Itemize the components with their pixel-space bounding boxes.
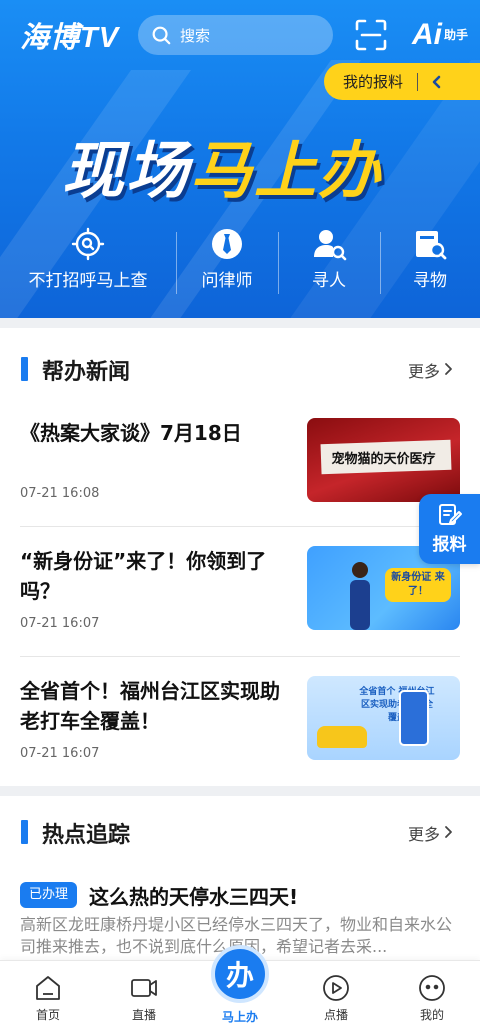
quick-action-label: 问律师 <box>201 271 253 291</box>
quick-action-person[interactable]: 寻人 <box>278 218 380 294</box>
nav-label: 首页 <box>35 1008 60 1022</box>
section-gap <box>0 318 480 328</box>
quick-action-item[interactable]: 寻物 <box>380 218 480 294</box>
nav-mine[interactable]: 我的 <box>392 961 472 1025</box>
report-float-button[interactable]: 报料 <box>419 494 480 564</box>
chevron-right-icon[interactable] <box>442 362 454 376</box>
quick-action-label: 寻物 <box>413 271 447 291</box>
news-item[interactable]: 全省首个！福州台江区实现助老打车全覆盖！ 07-21 16:07 全省首个 福州… <box>0 676 480 804</box>
hot-section-header: 热点追踪 更多 <box>0 812 480 852</box>
scan-icon[interactable] <box>354 18 388 52</box>
nav-label: 我的 <box>419 1008 444 1022</box>
presenter-figure <box>350 562 370 630</box>
hot-title: 这么热的天停水三四天! <box>89 885 299 909</box>
report-float-label: 报料 <box>432 535 467 555</box>
news-title: “新身份证”来了！你领到了吗？ <box>20 549 267 603</box>
nav-center-button[interactable]: 办 <box>211 945 269 1003</box>
search-bar[interactable]: 搜索 <box>138 15 333 55</box>
more-link[interactable]: 更多 <box>408 821 440 845</box>
nav-center-label: 马上办 <box>221 1010 258 1024</box>
nav-home[interactable]: 首页 <box>8 961 88 1025</box>
play-circle-icon <box>323 975 349 1001</box>
news-title: 《热案大家谈》7月18日 <box>20 421 242 445</box>
user-face-icon <box>419 975 445 1001</box>
thumb-caption: 宠物猫的天价医疗 <box>331 452 436 467</box>
divider <box>278 232 279 294</box>
my-report-button[interactable]: 我的报料 <box>324 63 480 100</box>
divider <box>176 232 177 294</box>
ai-label: Ai <box>412 18 442 51</box>
news-date: 07-21 16:07 <box>20 746 100 761</box>
nav-label: 点播 <box>323 1008 348 1022</box>
quick-action-lawyer[interactable]: 问律师 <box>176 218 278 294</box>
section-gap <box>0 786 480 796</box>
hot-item[interactable]: 已办理 这么热的天停水三四天! 高新区龙旺康桥丹堤小区已经停水三四天了，物业和自… <box>0 878 480 956</box>
home-icon <box>36 976 60 1000</box>
news-thumbnail: 全省首个 福州台江区实现助老打车全覆盖 <box>307 676 460 760</box>
nav-vod[interactable]: 点播 <box>296 961 376 1025</box>
hero-banner: 海博TV 搜索 Ai 助手 我的报料 现场马上办 不打招呼马上查 问律师 寻人 … <box>0 0 480 318</box>
chevron-right-icon[interactable] <box>442 825 454 839</box>
news-item[interactable]: “新身份证”来了！你领到了吗？ 07-21 16:07 新身份证 来了！ <box>0 546 480 674</box>
nav-live[interactable]: 直播 <box>104 961 184 1025</box>
thumb-caption: 新身份证 来了！ <box>385 568 451 602</box>
item-search-icon <box>416 231 447 260</box>
news-title: 全省首个！福州台江区实现助老打车全覆盖！ <box>20 679 280 733</box>
section-title: 帮办新闻 <box>42 360 131 385</box>
divider <box>20 656 460 657</box>
divider <box>20 526 460 527</box>
news-thumbnail: 宠物猫的天价医疗 <box>307 418 460 502</box>
quick-action-label: 寻人 <box>312 271 346 291</box>
taxi-illustration <box>317 726 367 748</box>
app-logo: 海博TV <box>20 22 120 54</box>
divider <box>417 72 419 91</box>
nav-label: 直播 <box>131 1008 156 1022</box>
my-report-label: 我的报料 <box>343 73 404 91</box>
divider <box>380 232 381 294</box>
crosshair-search-icon <box>71 227 105 261</box>
banner-title-part2: 马上办 <box>190 134 383 207</box>
news-section-header: 帮办新闻 更多 <box>0 349 480 389</box>
ai-sub-label: 助手 <box>444 27 469 42</box>
news-date: 07-21 16:07 <box>20 616 100 631</box>
top-bar: 海博TV 搜索 Ai 助手 <box>0 0 480 66</box>
banner-title-part1: 现场 <box>62 134 191 207</box>
search-icon <box>152 26 171 45</box>
nav-center-icon: 办 <box>225 959 254 992</box>
chevron-left-icon <box>432 75 441 88</box>
more-link[interactable]: 更多 <box>408 358 440 382</box>
edit-document-icon <box>438 504 462 525</box>
section-title: 热点追踪 <box>42 823 131 848</box>
quick-action-label: 不打招呼马上查 <box>28 271 148 291</box>
section-accent-bar <box>21 357 28 381</box>
person-search-icon <box>314 230 347 261</box>
banner-title: 现场马上办 <box>62 120 422 210</box>
phone-illustration <box>399 690 429 746</box>
news-date: 07-21 16:08 <box>20 486 100 501</box>
quick-actions: 不打招呼马上查 问律师 寻人 寻物 <box>0 218 480 294</box>
status-badge: 已办理 <box>20 882 77 908</box>
ai-assistant-button[interactable]: Ai 助手 <box>412 16 468 54</box>
search-placeholder: 搜索 <box>180 26 211 45</box>
video-camera-icon <box>131 979 157 997</box>
quick-action-check[interactable]: 不打招呼马上查 <box>0 218 176 294</box>
section-accent-bar <box>21 820 28 844</box>
lawyer-tie-icon <box>212 229 242 259</box>
